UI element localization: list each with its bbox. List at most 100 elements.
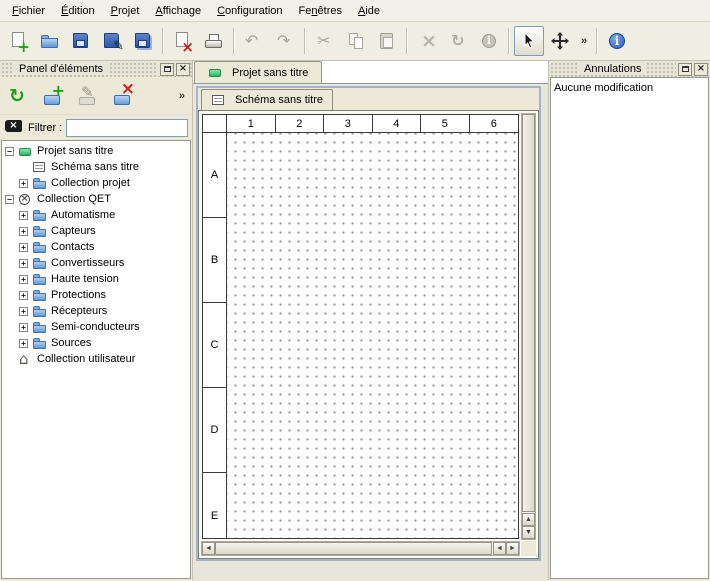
reload-collections-button[interactable]	[3, 80, 35, 112]
horizontal-scrollbar-thumb[interactable]	[215, 542, 492, 555]
column-header-3: 3	[324, 115, 373, 133]
expand-icon[interactable]: +	[19, 211, 28, 220]
paste-icon	[377, 31, 397, 51]
elements-panel-titlebar[interactable]: Panel d'éléments ×	[0, 61, 192, 77]
expand-icon[interactable]: +	[19, 339, 28, 348]
save-all-button[interactable]	[128, 26, 158, 56]
rotate-button[interactable]	[443, 26, 473, 56]
delete-element-button[interactable]	[108, 80, 140, 112]
expand-icon[interactable]: +	[19, 307, 28, 316]
column-header-5: 5	[421, 115, 470, 133]
tree-item-collection-qet[interactable]: −Collection QET	[2, 191, 190, 207]
tree-item-label: Collection utilisateur	[37, 353, 135, 365]
tree-item-label: Capteurs	[51, 225, 96, 237]
tree-item-collection-projet[interactable]: +Collection projet	[2, 175, 190, 191]
expand-icon[interactable]: +	[19, 179, 28, 188]
schema-tabbar: Schéma sans titre	[198, 88, 539, 110]
expand-icon[interactable]: +	[19, 291, 28, 300]
scroll-right-button[interactable]: ►	[506, 542, 519, 555]
paste-button[interactable]	[372, 26, 402, 56]
tree-item-contacts[interactable]: + Contacts	[2, 239, 190, 255]
delete-button[interactable]	[412, 26, 442, 56]
tab-project[interactable]: Projet sans titre	[194, 61, 322, 83]
undo-panel-titlebar[interactable]: Annulations ×	[549, 61, 710, 77]
tree-item-label: Contacts	[51, 241, 94, 253]
tab-schema[interactable]: Schéma sans titre	[201, 89, 333, 110]
info-gray-icon	[479, 31, 499, 51]
tree-item-haute-tension[interactable]: +Haute tension	[2, 271, 190, 287]
redo-button[interactable]	[270, 26, 300, 56]
menu-fichier[interactable]: Fichier	[4, 0, 53, 21]
menu-projet[interactable]: Projet	[103, 0, 148, 21]
folder-icon	[32, 337, 47, 350]
tree-item-convertisseurs[interactable]: +Convertisseurs	[2, 255, 190, 271]
filter-input[interactable]	[66, 119, 188, 137]
row-header-D: D	[203, 388, 227, 473]
tree-item-projet-sans-titre[interactable]: −Projet sans titre	[2, 143, 190, 159]
menu-fenetres[interactable]: Fenêtres	[291, 0, 350, 21]
undo-empty-item: Aucune modification	[554, 80, 705, 96]
float-icon	[682, 66, 689, 72]
scroll-left-button[interactable]: ◄	[202, 542, 215, 555]
tree-item-capteurs[interactable]: + Capteurs	[2, 223, 190, 239]
vertical-scrollbar-thumb[interactable]	[522, 114, 535, 512]
undo-button[interactable]	[239, 26, 269, 56]
menu-configuration[interactable]: Configuration	[209, 0, 290, 21]
tree-item-protections[interactable]: +Protections	[2, 287, 190, 303]
new-document-button[interactable]	[4, 26, 34, 56]
home-icon	[18, 353, 33, 366]
save-as-button[interactable]	[97, 26, 127, 56]
project-tabbar: Projet sans titre	[193, 61, 548, 84]
save-button[interactable]	[66, 26, 96, 56]
folder-icon	[32, 225, 47, 238]
pan-mode-button[interactable]	[545, 26, 575, 56]
clear-filter-button[interactable]	[4, 118, 24, 137]
column-header-2: 2	[276, 115, 325, 133]
tree-item-recepteurs[interactable]: +Récepteurs	[2, 303, 190, 319]
print-button[interactable]	[199, 26, 229, 56]
schema-icon	[211, 94, 226, 107]
menubar: FichierÉditionProjetAffichageConfigurati…	[0, 0, 710, 22]
collapse-icon[interactable]: −	[5, 195, 14, 204]
diagram-view[interactable]: 123456ABCDE ▲ ▼ ◄ ◄ ►	[198, 110, 539, 559]
close-panel-button[interactable]: ×	[176, 63, 190, 76]
float-icon	[164, 66, 171, 72]
cut-button[interactable]	[310, 26, 340, 56]
toolbar-overflow-button[interactable]: »	[576, 26, 592, 56]
scroll-left-button-2[interactable]: ◄	[493, 542, 506, 555]
expand-icon[interactable]: +	[19, 323, 28, 332]
tree-item-sources[interactable]: +Sources	[2, 335, 190, 351]
float-panel-button[interactable]	[160, 63, 174, 76]
open-project-button[interactable]	[35, 26, 65, 56]
tree-item-collection-utilisateur[interactable]: Collection utilisateur	[2, 351, 190, 367]
close-file-button[interactable]	[168, 26, 198, 56]
about-button[interactable]	[602, 26, 632, 56]
expand-icon[interactable]: +	[19, 275, 28, 284]
tree-item-schema-sans-titre[interactable]: Schéma sans titre	[2, 159, 190, 175]
diagram-grid[interactable]	[227, 133, 518, 539]
new-element-button[interactable]	[38, 80, 70, 112]
toolbar-separator	[596, 28, 598, 54]
expand-icon[interactable]: +	[19, 227, 28, 236]
panel-toolbar-extension-button[interactable]: »	[175, 90, 189, 102]
scroll-up-button[interactable]: ▲	[522, 513, 535, 526]
undo-history-list[interactable]: Aucune modification	[550, 77, 709, 579]
vertical-scrollbar[interactable]: ▲ ▼	[521, 113, 536, 540]
menu-affichage[interactable]: Affichage	[147, 0, 209, 21]
float-panel-button[interactable]	[678, 63, 692, 76]
copy-button[interactable]	[341, 26, 371, 56]
horizontal-scrollbar[interactable]: ◄ ◄ ►	[201, 541, 520, 556]
tree-item-semi-conducteurs[interactable]: +Semi-conducteurs	[2, 319, 190, 335]
tree-item-automatisme[interactable]: +Automatisme	[2, 207, 190, 223]
menu-aide[interactable]: Aide	[350, 0, 388, 21]
expand-icon[interactable]: +	[19, 243, 28, 252]
element-info-button[interactable]	[474, 26, 504, 56]
scroll-down-button[interactable]: ▼	[522, 526, 535, 539]
menu-edition[interactable]: Édition	[53, 0, 103, 21]
refresh-green-icon	[7, 84, 31, 108]
expand-icon[interactable]: +	[19, 259, 28, 268]
edit-element-button[interactable]	[73, 80, 105, 112]
select-mode-button[interactable]	[514, 26, 544, 56]
close-panel-button[interactable]: ×	[694, 63, 708, 76]
collapse-icon[interactable]: −	[5, 147, 14, 156]
